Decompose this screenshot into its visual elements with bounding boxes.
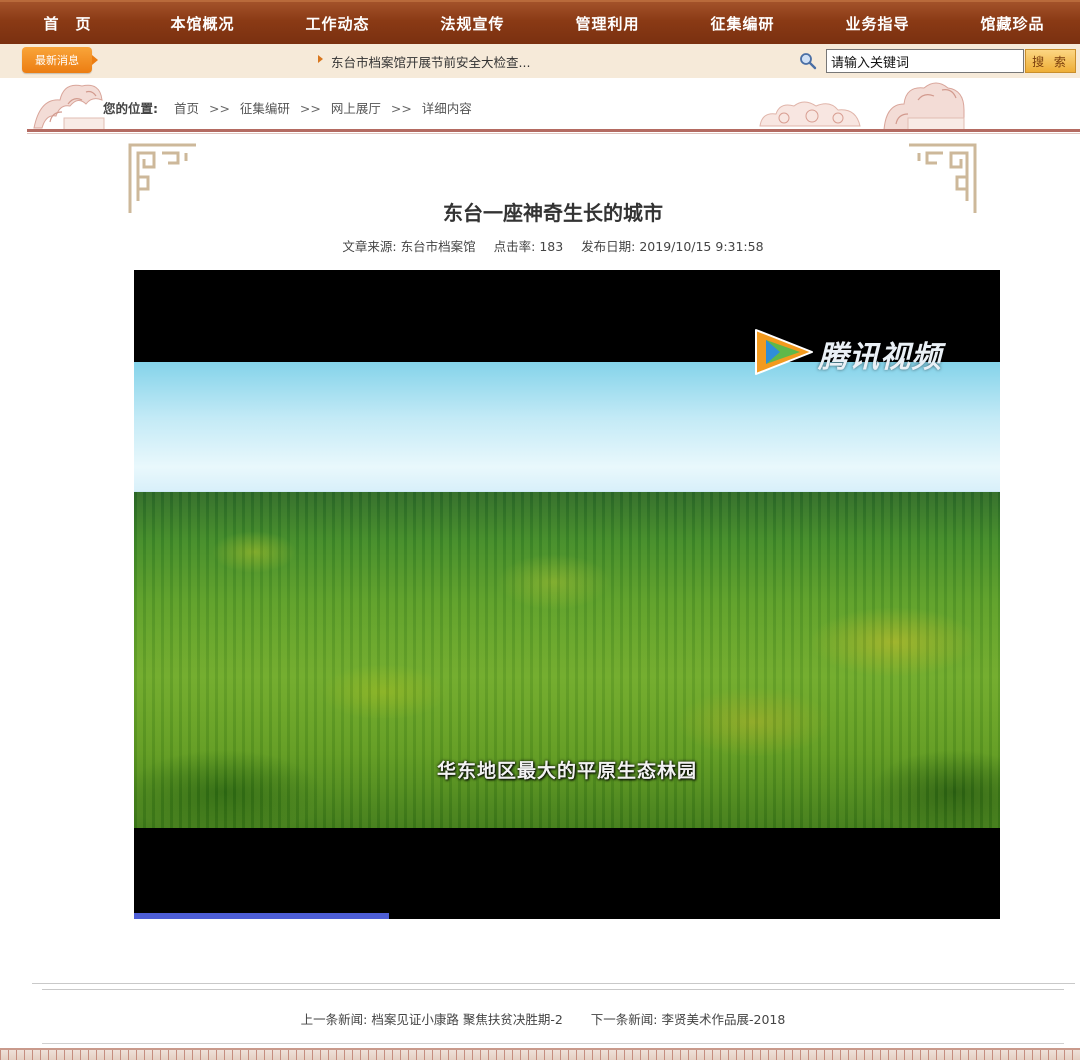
hits-label: 点击率: (493, 239, 536, 254)
tencent-video-logo-icon (755, 329, 813, 375)
article-meta: 文章来源: 东台市档案馆 点击率: 183 发布日期: 2019/10/15 9… (0, 236, 1080, 255)
prev-news-label: 上一条新闻: (300, 1012, 368, 1027)
video-player[interactable]: 腾讯视频 华东地区最大的平原生态林园 (134, 270, 1000, 919)
search-icon (800, 53, 817, 70)
source-value: 东台市档案馆 (400, 239, 476, 254)
breadcrumb-header: 您的位置: 首页 >> 征集编研 >> 网上展厅 >> 详细内容 (0, 78, 1080, 138)
video-frame (134, 362, 1000, 919)
next-news-link[interactable]: 李贤美术作品展-2018 (661, 1012, 785, 1027)
video-progress-fill (134, 913, 390, 919)
breadcrumb-label: 您的位置: (103, 101, 158, 116)
header-divider (27, 133, 1080, 134)
main-nav: 首 页 本馆概况 工作动态 法规宣传 管理利用 征集编研 业务指导 馆藏珍品 (0, 0, 1080, 44)
prev-next-news: 上一条新闻: 档案见证小康路 聚焦扶贫决胜期-2 下一条新闻: 李贤美术作品展-… (0, 1009, 1080, 1028)
video-sky (134, 362, 1000, 502)
video-progress-bar[interactable] (134, 913, 1000, 919)
news-arrow-icon (318, 55, 323, 63)
video-watermark: 腾讯视频 (818, 340, 942, 375)
nav-item-about[interactable]: 本馆概况 (135, 13, 270, 34)
cloud-ornament-icon (883, 82, 965, 131)
cloud-ornament-icon (33, 84, 105, 131)
nav-item-work-news[interactable]: 工作动态 (270, 13, 405, 34)
date-label: 发布日期: (581, 239, 636, 254)
breadcrumb-item-current: 详细内容 (421, 101, 472, 116)
prev-news-link[interactable]: 档案见证小康路 聚焦扶贫决胜期-2 (371, 1012, 562, 1027)
cloud-ornament-icon (759, 101, 861, 127)
nav-item-regulations[interactable]: 法规宣传 (405, 13, 540, 34)
nav-item-treasures[interactable]: 馆藏珍品 (945, 13, 1080, 34)
hits-value: 183 (539, 239, 564, 254)
latest-news-badge: 最新消息 (22, 47, 98, 73)
header-divider (27, 129, 1080, 132)
breadcrumb-separator: >> (390, 101, 412, 116)
breadcrumb-item-home[interactable]: 首页 (174, 101, 199, 116)
search-input[interactable] (826, 49, 1024, 73)
next-news-label: 下一条新闻: (590, 1012, 658, 1027)
footer-divider (32, 983, 1075, 984)
article-title: 东台一座神奇生长的城市 (443, 201, 663, 225)
video-subtitle: 华东地区最大的平原生态林园 (436, 760, 697, 782)
breadcrumb-separator: >> (208, 101, 230, 116)
breadcrumb-item-online-exhibition[interactable]: 网上展厅 (331, 101, 381, 116)
news-bar: 最新消息 东台市档案馆开展节前安全大检查... 搜 索 (0, 44, 1080, 78)
nav-item-guidance[interactable]: 业务指导 (810, 13, 945, 34)
nav-item-home[interactable]: 首 页 (0, 13, 135, 34)
footer-divider (42, 1043, 1064, 1044)
nav-item-management[interactable]: 管理利用 (540, 13, 675, 34)
breadcrumb: 您的位置: 首页 >> 征集编研 >> 网上展厅 >> 详细内容 (103, 98, 472, 117)
nav-item-collection[interactable]: 征集编研 (675, 13, 810, 34)
search-button[interactable]: 搜 索 (1025, 49, 1076, 73)
decorative-border (0, 1048, 1080, 1060)
breadcrumb-item-collection[interactable]: 征集编研 (240, 101, 290, 116)
footer-divider (42, 989, 1064, 990)
date-value: 2019/10/15 9:31:58 (639, 239, 764, 254)
news-headline-link[interactable]: 东台市档案馆开展节前安全大检查... (331, 52, 530, 71)
source-label: 文章来源: (342, 239, 397, 254)
breadcrumb-separator: >> (299, 101, 321, 116)
